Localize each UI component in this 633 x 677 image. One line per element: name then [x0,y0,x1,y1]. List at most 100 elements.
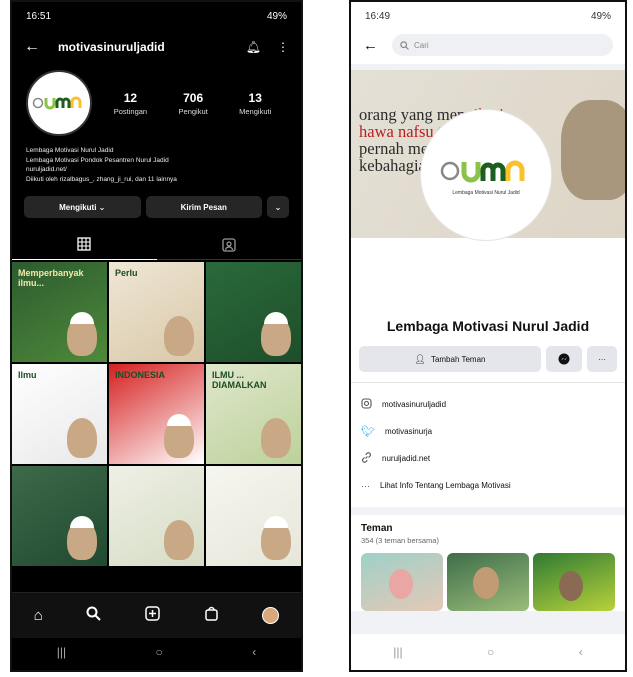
profile-avatar-icon[interactable] [262,607,280,624]
back-icon[interactable]: ‹ [252,645,256,659]
profile-bio: Lembaga Motivasi Nurul Jadid Lembaga Mot… [12,136,301,184]
search-input[interactable]: Cari [392,34,613,56]
home-icon[interactable]: ⌂ [34,607,43,624]
profile-avatar[interactable] [26,70,92,136]
post-thumbnail[interactable]: INDONESIA [109,364,204,464]
post-caption: Perlu [115,268,138,278]
friends-count[interactable]: 354 (3 teman bersama) [361,536,615,545]
stat-posts[interactable]: 12 Postingan [114,91,147,116]
page-profile-picture[interactable]: Lembaga Motivasi Nurul Jadid [421,110,551,240]
stat-followers[interactable]: 706 Pengikut [179,91,208,116]
friend-photo[interactable] [447,553,529,611]
twitter-icon: 🐦︎ [361,426,375,438]
fb-page-card: orang yang mengikuti hawa nafsu tidak ak… [351,70,625,507]
page-actions: 👤︎ Tambah Teman ··· [351,346,625,382]
profile-tabs [12,230,301,260]
friends-section: Teman 354 (3 teman bersama) [351,515,625,611]
search-placeholder: Cari [414,40,429,50]
search-icon[interactable] [86,606,102,626]
post-grid: Memperbanyak ilmu... Perlu Ilmu INDONESIA IL… [12,260,301,566]
add-friend-label: Tambah Teman [430,354,486,364]
system-navigation: ||| ○ ‹ [351,634,625,670]
post-caption: Memperbanyak ilmu... [18,268,84,288]
recent-apps-icon[interactable]: ||| [57,645,66,659]
status-bar: 16:49 49% [351,2,625,30]
post-portrait [164,414,194,458]
cover-portrait [561,100,625,200]
stat-value: 706 [183,90,204,105]
new-post-icon[interactable] [145,605,160,626]
post-thumbnail[interactable] [206,262,301,362]
friend-photo[interactable] [361,553,443,611]
post-portrait [164,316,194,356]
post-portrait [164,520,194,560]
tagged-person-icon [222,237,236,252]
home-circle-icon[interactable]: ○ [156,645,163,659]
info-text: motivasinuruljadid [382,400,447,409]
post-portrait [261,418,291,458]
more-icon: ··· [361,480,370,491]
umn-logo-icon [440,160,525,183]
post-caption: ILMU ... DIAMALKAN [212,370,267,390]
post-portrait [67,516,97,560]
info-item-see-about[interactable]: ··· Lihat Info Tentang Lembaga Motivasi [361,472,615,499]
suggestions-chevron-icon[interactable]: ⌄ [267,196,289,218]
status-battery: 49% [590,10,611,22]
back-arrow-icon[interactable]: ← [24,38,40,56]
post-thumbnail[interactable]: Perlu [109,262,204,362]
bio-link[interactable]: nuruljadid.net/ [26,165,287,175]
status-time: 16:49 [365,10,391,22]
profile-username: motivasinuruljadid [58,40,165,54]
add-person-icon: 👤︎ [414,353,426,364]
info-item-website[interactable]: nuruljadid.net [361,445,615,472]
post-portrait [67,312,97,356]
bell-icon[interactable]: 🔔︎ [246,40,261,54]
bio-description: Lembaga Motivasi Pondok Pesantren Nurul … [26,156,169,164]
home-circle-icon[interactable]: ○ [487,645,494,659]
post-thumbnail[interactable]: Memperbanyak ilmu... [12,262,107,362]
instagram-icon [361,398,372,411]
send-message-button[interactable]: Kirim Pesan [145,196,262,218]
kebab-menu-icon[interactable]: ⋮ [277,40,289,54]
friend-photo[interactable] [533,553,615,611]
bottom-navigation: ⌂ [12,592,301,638]
bio-followed-by[interactable]: Diikuti oleh rizalbagus_, zhang_ji_rui, … [26,175,287,185]
info-item-twitter[interactable]: 🐦︎ motivasinurja [361,418,615,445]
screenshot: 16:51 49% ← motivasinuruljadid 🔔︎ ⋮ 12 P… [0,0,633,677]
friends-title: Teman [361,523,393,534]
profile-stats: 12 Postingan 706 Pengikut 13 Mengikuti [98,91,287,116]
post-thumbnail[interactable] [206,466,301,566]
stat-following[interactable]: 13 Mengikuti [239,91,271,116]
recent-apps-icon[interactable]: ||| [393,645,402,659]
info-item-instagram[interactable]: motivasinuruljadid [361,391,615,418]
tab-tagged[interactable] [157,230,302,260]
add-friend-button[interactable]: 👤︎ Tambah Teman [359,346,541,372]
messenger-button[interactable] [546,346,582,372]
back-icon[interactable]: ‹ [579,645,583,659]
page-name: Lembaga Motivasi Nurul Jadid [386,318,590,334]
post-thumbnail[interactable] [109,466,204,566]
post-thumbnail[interactable]: Ilmu [12,364,107,464]
umn-logo-icon [32,96,82,110]
following-button[interactable]: Mengikuti ⌄ [24,196,141,218]
profile-actions: Mengikuti ⌄ Kirim Pesan ⌄ [12,184,301,218]
post-thumbnail[interactable]: ILMU ... DIAMALKAN [206,364,301,464]
more-options-button[interactable]: ··· [587,346,617,372]
post-thumbnail[interactable] [12,466,107,566]
post-caption: INDONESIA [115,370,166,380]
search-bar: ← Cari [351,30,625,64]
search-icon [400,40,409,50]
instagram-phone: 16:51 49% ← motivasinuruljadid 🔔︎ ⋮ 12 P… [10,0,303,672]
info-text: Lihat Info Tentang Lembaga Motivasi [380,481,511,490]
profile-header: ← motivasinuruljadid 🔔︎ ⋮ [12,30,301,64]
stat-label: Mengikuti [239,106,272,116]
shop-bag-icon[interactable] [204,606,219,626]
stat-value: 12 [123,90,138,105]
back-arrow-icon[interactable]: ← [363,37,378,54]
tab-grid[interactable] [12,230,157,260]
logo-caption: Lembaga Motivasi Nurul Jadid [452,190,520,196]
link-icon [361,452,372,465]
fb-header: 16:49 49% ← Cari [351,2,625,64]
friends-thumbnails [361,553,615,611]
status-time: 16:51 [26,10,52,22]
